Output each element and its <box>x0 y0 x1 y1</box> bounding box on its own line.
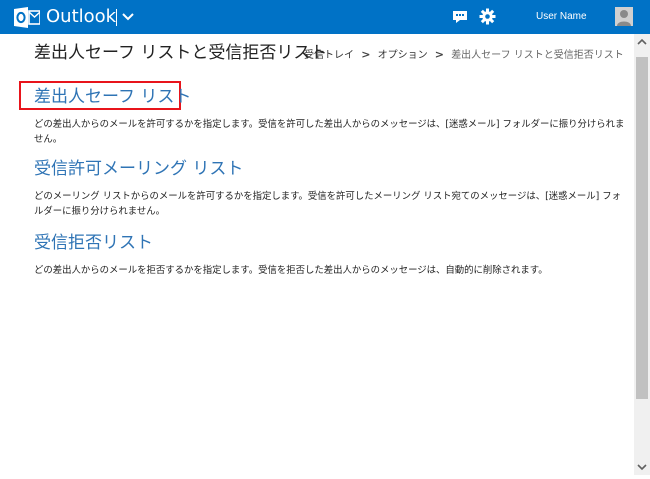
chat-icon[interactable] <box>452 9 468 25</box>
breadcrumb-inbox[interactable]: 受信トレイ <box>304 50 354 61</box>
user-name[interactable]: User Name <box>536 10 587 24</box>
page-title: 差出人セーフ リストと受信拒否リスト <box>34 43 328 63</box>
safe-mailing-lists-description: どのメーリング リストからのメールを許可するかを指定します。受信を許可したメーリ… <box>34 191 622 217</box>
blocked-senders-link[interactable]: 受信拒否リスト <box>34 232 153 254</box>
vertical-scrollbar[interactable] <box>634 34 650 475</box>
top-bar: Outlook User Name <box>0 0 650 34</box>
breadcrumb-options[interactable]: オプション <box>378 50 428 61</box>
scrollbar-thumb[interactable] <box>636 57 648 399</box>
title-divider <box>116 9 117 26</box>
avatar[interactable] <box>615 7 633 26</box>
scroll-down-icon[interactable] <box>634 459 650 475</box>
breadcrumb: 受信トレイ > オプション > 差出人セーフ リストと受信拒否リスト <box>304 48 624 63</box>
scroll-up-icon[interactable] <box>634 34 650 50</box>
safe-senders-description: どの差出人からのメールを許可するかを指定します。受信を許可した差出人からのメッセ… <box>34 119 625 145</box>
main-content: 差出人セーフ リストと受信拒否リスト 受信トレイ > オプション > 差出人セー… <box>0 34 634 475</box>
breadcrumb-separator: > <box>361 48 371 61</box>
safe-mailing-lists-link[interactable]: 受信許可メーリング リスト <box>34 158 243 180</box>
gear-icon[interactable] <box>479 8 496 25</box>
app-title[interactable]: Outlook <box>46 5 116 29</box>
blocked-senders-description: どの差出人からのメールを拒否するかを指定します。受信を拒否した差出人からのメッセ… <box>34 265 548 276</box>
outlook-logo-icon[interactable] <box>14 7 41 28</box>
safe-senders-link[interactable]: 差出人セーフ リスト <box>34 86 191 108</box>
chevron-down-icon[interactable] <box>121 8 135 26</box>
breadcrumb-separator: > <box>434 48 444 61</box>
breadcrumb-current: 差出人セーフ リストと受信拒否リスト <box>451 50 624 61</box>
